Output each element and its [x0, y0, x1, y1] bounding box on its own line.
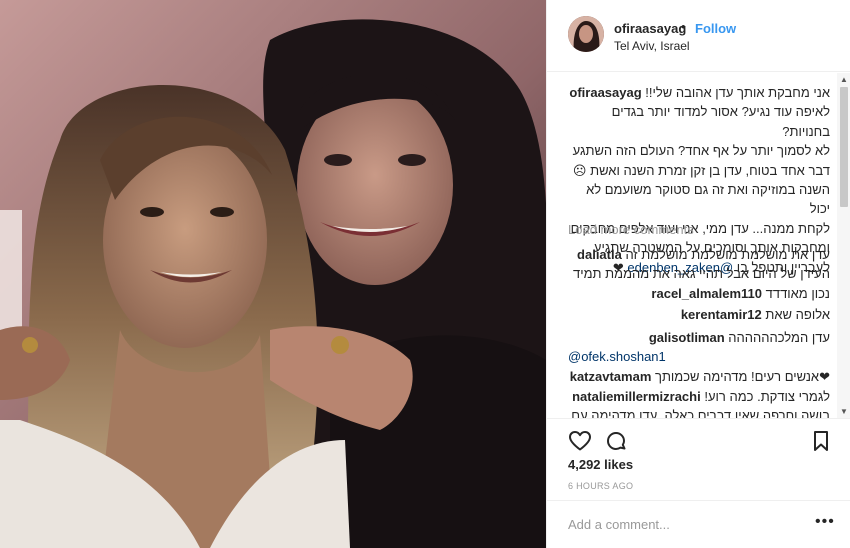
post-photo-illustration: [0, 0, 546, 548]
caption-line: לא לסמוך יותר על אף אחד? העולם הזה השתגע: [572, 143, 830, 159]
avatar[interactable]: [568, 16, 604, 52]
post-author-username[interactable]: ofiraasayag: [614, 21, 686, 36]
scroll-down-arrow-icon[interactable]: ▼: [840, 407, 848, 416]
comment-text: עדן את מושלמת מושלמת מושלמת זה: [625, 247, 830, 262]
load-more-comments-button[interactable]: Load more comments: [568, 222, 694, 237]
bookmark-outline-icon[interactable]: [809, 429, 833, 453]
comment-line: נכון מאודדד racel_almalem110: [568, 284, 830, 303]
post-header: ofiraasayag • Follow Tel Aviv, Israel: [547, 0, 850, 72]
comment-item: ❤אנשים רעים! מדהימה שכמותך katzavtamam: [568, 367, 830, 386]
comment-text: נכון מאודדד: [765, 286, 830, 301]
caption-text: אני מחבקת אותך עדן אהובה שלי!!: [645, 85, 830, 100]
comment-line: ❤אנשים רעים! מדהימה שכמותך katzavtamam: [568, 367, 830, 386]
follow-button[interactable]: Follow: [695, 21, 736, 36]
add-comment-input[interactable]: [568, 517, 798, 532]
caption-line: אני מחבקת אותך עדן אהובה שלי!! ofiraasay…: [568, 83, 830, 102]
comment-item: נכון מאודדד racel_almalem110: [568, 284, 830, 303]
header-separator: •: [681, 19, 686, 34]
comment-username[interactable]: daliatla: [577, 247, 622, 262]
speech-bubble-icon[interactable]: [604, 429, 628, 453]
comment-username[interactable]: katzavtamam: [570, 369, 652, 384]
comment-item: לגמרי צודקת. כמה רוע! nataliemillermizra…: [568, 387, 830, 418]
add-comment-bar: •••: [547, 500, 850, 548]
comments-list[interactable]: אני מחבקת אותך עדן אהובה שלי!! ofiraasay…: [547, 73, 837, 418]
comment-line: העידן של היום אבל תהיי גאה את מהממת תמיד: [573, 266, 830, 282]
post-timestamp[interactable]: 6 HOURS AGO: [568, 481, 633, 491]
mention-link[interactable]: @ofek.shoshan1: [568, 349, 666, 364]
instagram-post-view: ofiraasayag • Follow Tel Aviv, Israel אנ…: [0, 0, 850, 548]
comment-item: עדן המלכהההההה galisotliman @ofek.shosha…: [568, 328, 830, 367]
comment-line: עדן את מושלמת מושלמת מושלמת זה daliatla: [568, 245, 830, 264]
comment-item: עדן את מושלמת מושלמת מושלמת זה daliatla …: [568, 245, 830, 284]
post-sidebar: ofiraasayag • Follow Tel Aviv, Israel אנ…: [546, 0, 850, 548]
caption-line: השנה במוזיקה ואת זה גם סטוקר משועמם לא י…: [586, 182, 830, 217]
comment-line: אלופה שאת kerentamir12: [568, 305, 830, 324]
caption-line: דבר אחד בטוח, עדן בן זקן זמרת השנה ואשת …: [572, 162, 830, 178]
ellipsis-icon[interactable]: •••: [815, 513, 835, 531]
comment-line: בושה וחרפה שאיו דברים כאלה. עדן מדהימה ע…: [571, 408, 830, 418]
avatar-image: [568, 16, 604, 52]
comments-scrollbar[interactable]: ▲ ▼: [837, 73, 850, 418]
comment-username[interactable]: galisotliman: [649, 330, 725, 345]
post-photo[interactable]: [0, 0, 546, 548]
comment-username[interactable]: kerentamir12: [681, 307, 762, 322]
comment-line: עדן המלכהההההה galisotliman: [568, 328, 830, 347]
scroll-up-arrow-icon[interactable]: ▲: [840, 75, 848, 84]
comment-text: לגמרי צודקת. כמה רוע!: [704, 389, 830, 404]
caption-line: לאיפה עוד נגיע? אסור למדוד יותר בגדים בח…: [611, 104, 830, 139]
caption-username[interactable]: ofiraasayag: [569, 85, 641, 100]
comment-line: @ofek.shoshan1: [568, 347, 830, 366]
scrollbar-thumb[interactable]: [840, 87, 848, 207]
comment-line: לגמרי צודקת. כמה רוע! nataliemillermizra…: [568, 387, 830, 406]
post-location[interactable]: Tel Aviv, Israel: [614, 39, 690, 53]
likes-count[interactable]: 4,292 likes: [568, 457, 633, 472]
comment-text: עדן המלכהההההה: [728, 330, 830, 345]
heart-outline-icon[interactable]: [568, 429, 592, 453]
comment-text: ❤אנשים רעים! מדהימה שכמותך: [655, 369, 830, 384]
comment-text: אלופה שאת: [765, 307, 830, 322]
comment-username[interactable]: racel_almalem110: [651, 286, 762, 301]
post-actions-bar: [547, 418, 850, 460]
comment-item: אלופה שאת kerentamir12: [568, 305, 830, 324]
comment-username[interactable]: nataliemillermizrachi: [572, 389, 701, 404]
